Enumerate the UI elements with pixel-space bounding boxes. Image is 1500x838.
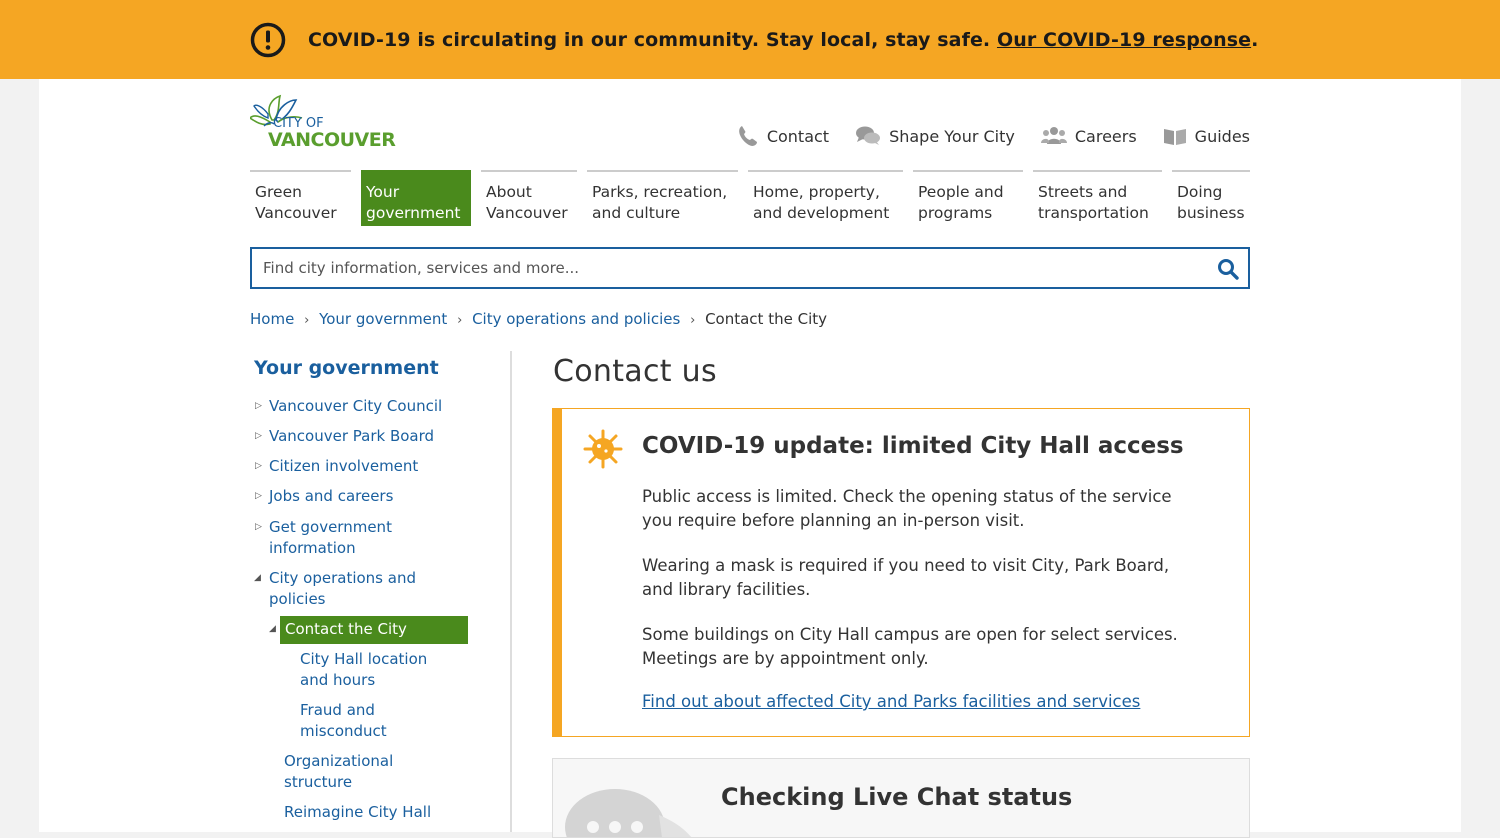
nav-label-line2: Vancouver [255,204,337,222]
collapse-triangle-icon[interactable]: ◢ [254,573,261,583]
utility-shape-your-city-label: Shape Your City [889,126,1015,146]
search-icon[interactable] [1217,258,1239,280]
nav-label-line1: Home, property, [753,183,880,201]
breadcrumb-separator: › [690,313,696,328]
chat-bubbles-icon [856,126,881,145]
covid-paragraph-mask: Wearing a mask is required if you need t… [642,556,1170,599]
nav-label-line2: business [1177,204,1245,222]
search-input[interactable] [252,249,1192,287]
covid-update-callout: COVID-19 update: limited City Hall acces… [552,408,1250,737]
virus-icon [583,429,623,469]
breadcrumb-your-government[interactable]: Your government [319,310,447,328]
sidebar-item-label: policies [269,590,326,608]
utility-careers-label: Careers [1074,126,1137,146]
nav-label-line2: transportation [1038,204,1149,222]
main-nav: Green Vancouver Your government About Va… [250,170,1250,226]
nav-label-line2: and culture [592,204,681,222]
breadcrumb-city-operations[interactable]: City operations and policies [472,310,680,328]
utility-shape-your-city-link[interactable]: Shape Your City [855,125,1015,147]
sidebar-nav: Your government ▷ Vancouver City Council… [250,351,512,832]
expand-triangle-icon[interactable]: ▷ [255,461,262,471]
covid-alert-bar: COVID-19 is circulating in our community… [0,0,1500,79]
nav-label-line1: People and [918,183,1004,201]
utility-careers-link[interactable]: Careers [1040,125,1137,147]
nav-your-government[interactable]: Your government [361,170,471,226]
alert-text: COVID-19 is circulating in our community… [308,29,991,51]
sidebar-item-label: information [269,539,356,557]
book-icon [1163,129,1186,145]
nav-doing-business[interactable]: Doing business [1172,170,1250,226]
sidebar-item-contact-the-city[interactable]: Contact the City [280,616,468,644]
breadcrumb-separator: › [304,313,310,328]
covid-update-heading: COVID-19 update: limited City Hall acces… [642,433,1184,459]
nav-about-vancouver[interactable]: About Vancouver [481,170,577,226]
nav-label-line1: Doing [1177,183,1223,201]
breadcrumb-home[interactable]: Home [250,310,294,328]
alert-message: COVID-19 is circulating in our community… [308,29,1258,51]
sidebar-item-label: City Hall location [300,650,428,668]
phone-icon [738,126,757,146]
expand-triangle-icon[interactable]: ▷ [255,491,262,501]
nav-parks-recreation-culture[interactable]: Parks, recreation, and culture [587,170,738,226]
chat-bubble-icon [565,789,692,837]
site-search [250,247,1250,289]
nav-label-line2: government [366,204,461,222]
affected-facilities-link[interactable]: Find out about affected City and Parks f… [642,692,1140,711]
sidebar-item-label: Fraud and [300,701,375,719]
people-icon [1040,127,1067,144]
covid-response-link[interactable]: Our COVID-19 response [997,29,1251,51]
nav-label-line1: Green [255,183,302,201]
covid-paragraph-access: Public access is limited. Check the open… [642,487,1172,530]
page-title: Contact us [553,354,717,389]
sidebar-item-city-operations[interactable]: City operations and policies [269,568,416,610]
breadcrumb: Home › Your government › City operations… [250,310,827,328]
exclamation-circle-icon [250,22,286,58]
sidebar-item-reimagine-city-hall[interactable]: Reimagine City Hall [284,802,431,823]
nav-label-line2: Vancouver [486,204,568,222]
sidebar-item-city-hall-location[interactable]: City Hall location and hours [300,649,427,691]
sidebar-item-organizational-structure[interactable]: Organizational structure [284,751,393,793]
utility-contact-label: Contact [766,126,830,146]
sidebar-item-park-board[interactable]: Vancouver Park Board [269,426,434,447]
expand-triangle-icon[interactable]: ▷ [255,401,262,411]
breadcrumb-separator: › [457,313,463,328]
nav-label-line2: and development [753,204,890,222]
expand-triangle-icon[interactable]: ▷ [255,522,262,532]
sidebar-item-label: structure [284,773,353,791]
sidebar-item-government-information[interactable]: Get government information [269,517,392,559]
nav-green-vancouver[interactable]: Green Vancouver [250,170,351,226]
nav-label-line1: About [486,183,532,201]
sidebar-item-label: Organizational [284,752,394,770]
nav-label-line1: Streets and [1038,183,1128,201]
alert-period: . [1251,29,1259,51]
covid-paragraph-buildings: Some buildings on City Hall campus are o… [642,625,1178,668]
sidebar-item-label: Get government [269,518,392,536]
nav-people-programs[interactable]: People and programs [913,170,1023,226]
utility-guides-label: Guides [1194,126,1250,146]
sidebar-item-label: City operations and [269,569,416,587]
sidebar-item-citizen-involvement[interactable]: Citizen involvement [269,456,418,477]
utility-contact-link[interactable]: Contact [737,125,829,147]
breadcrumb-current: Contact the City [705,310,827,328]
live-chat-status-panel: Checking Live Chat status [552,758,1250,838]
nav-label-line1: Your [366,183,400,201]
sidebar-item-fraud[interactable]: Fraud and misconduct [300,700,387,742]
nav-streets-transportation[interactable]: Streets and transportation [1033,170,1162,226]
nav-label-line1: Parks, recreation, [592,183,728,201]
expand-triangle-icon[interactable]: ▷ [255,431,262,441]
sidebar-item-council[interactable]: Vancouver City Council [269,396,442,417]
nav-label-line2: programs [918,204,993,222]
logo-text-vancouver: VANCOUVER [268,129,396,151]
sidebar-item-label: misconduct [300,722,387,740]
sidebar-item-jobs[interactable]: Jobs and careers [269,486,393,507]
utility-guides-link[interactable]: Guides [1163,125,1250,147]
nav-home-property-development[interactable]: Home, property, and development [748,170,903,226]
sidebar-item-label: and hours [300,671,376,689]
collapse-triangle-icon[interactable]: ◢ [269,624,276,634]
sidebar-title[interactable]: Your government [254,357,439,379]
live-chat-heading: Checking Live Chat status [721,783,1073,811]
utility-nav: Contact Shape Your City Careers Guides [737,125,1250,147]
